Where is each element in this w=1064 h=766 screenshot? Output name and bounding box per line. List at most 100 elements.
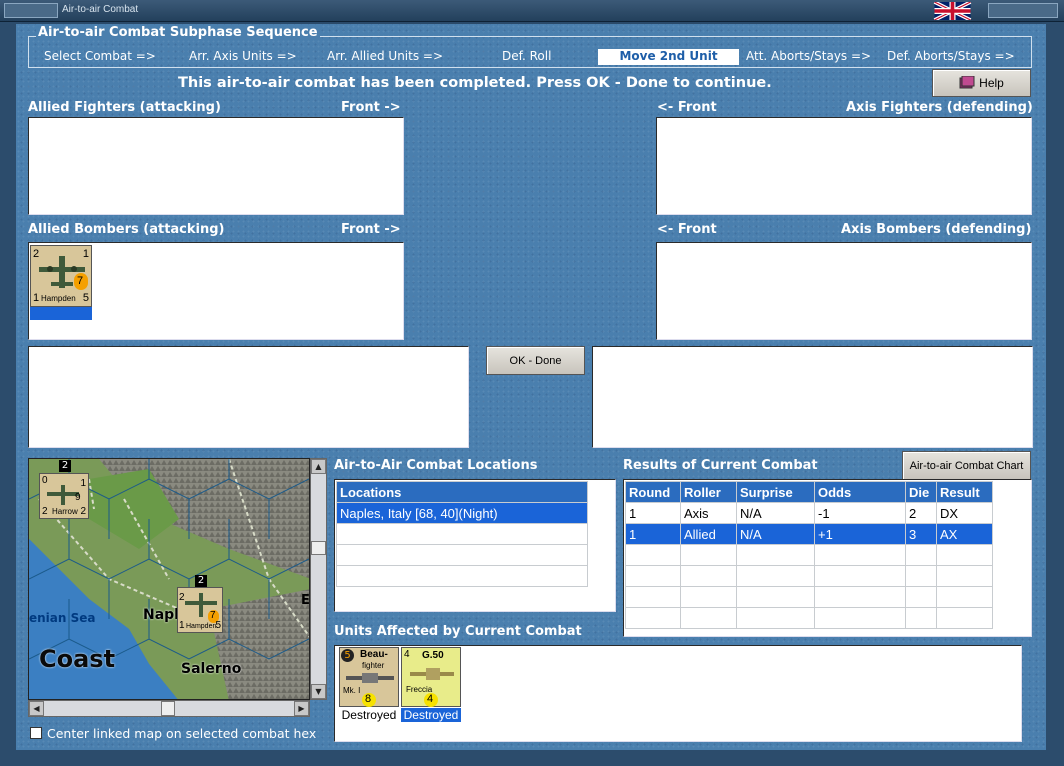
scroll-horizontal-thumb[interactable] — [161, 701, 175, 716]
col-die: Die — [905, 481, 937, 503]
window-title: Air-to-air Combat — [62, 4, 139, 15]
step-arrange-axis: Arr. Axis Units => — [189, 49, 297, 63]
g50-top-left-value: 4 — [404, 649, 410, 660]
title-bar: Air-to-air Combat — [0, 0, 1064, 22]
cell-odds: -1 — [814, 502, 906, 524]
hampden-stack-value: 2 — [197, 575, 205, 586]
beaufighter-unit-counter[interactable]: 5 Beau- fighter Mk. I 8 — [339, 647, 399, 707]
g50-fighter-icon — [410, 668, 454, 680]
harrow-map-counter[interactable]: 0 1 9 2 Harrow 2 — [39, 473, 89, 519]
hampden-bottom-left-value: 1 — [33, 292, 40, 304]
results-row[interactable]: 1 Axis N/A -1 2 DX — [625, 502, 993, 524]
map-label-sea: enian Sea — [29, 611, 96, 625]
g50-unit-counter[interactable]: 4 G.50 Freccia 4 — [401, 647, 461, 707]
cell-surprise: N/A — [736, 502, 815, 524]
axis-bombers-front-label: <- Front — [657, 222, 717, 237]
harrow-right-top-value: 1 — [80, 478, 86, 489]
allied-fighters-label: Allied Fighters (attacking) — [28, 100, 221, 115]
map-label-naples: Napl — [143, 607, 179, 623]
allied-bombers-label: Allied Bombers (attacking) — [28, 222, 225, 237]
axis-fighters-label: Axis Fighters (defending) — [846, 100, 1033, 115]
hampden-badge: 7 — [74, 273, 88, 290]
locations-table: Locations Naples, Italy [68, 40](Night) — [336, 481, 588, 587]
linked-map[interactable]: enian Sea Coast Napl Salerno E 0 1 9 2 H… — [28, 458, 310, 700]
col-round: Round — [625, 481, 681, 503]
cell-roller: Allied — [680, 523, 737, 545]
g50-badge: 4 — [424, 693, 438, 707]
results-row-empty — [625, 607, 993, 629]
hampden-bottom-right-value: 5 — [82, 292, 89, 304]
beaufighter-status: Destroyed — [339, 708, 399, 722]
cell-die: 2 — [905, 502, 937, 524]
axis-fighters-panel[interactable] — [656, 117, 1032, 215]
cell-round: 1 — [625, 523, 681, 545]
help-book-icon — [959, 76, 975, 89]
scroll-vertical-thumb[interactable] — [311, 541, 326, 555]
locations-title: Air-to-Air Combat Locations — [334, 458, 538, 473]
center-map-checkbox[interactable] — [30, 727, 42, 739]
hampden-stack-badge: 2 — [195, 575, 207, 587]
results-title: Results of Current Combat — [623, 458, 818, 473]
axis-fighters-front-label: <- Front — [657, 100, 717, 115]
beaufighter-mark: Mk. I — [343, 686, 361, 695]
fighter-plane-icon — [346, 673, 394, 683]
cell-odds: +1 — [814, 523, 906, 545]
beaufighter-name-line1: Beau- — [360, 649, 388, 660]
axis-info-panel[interactable] — [592, 346, 1033, 448]
results-row-empty — [625, 586, 993, 608]
ok-done-button[interactable]: OK - Done — [486, 346, 585, 375]
map-label-coast: Coast — [39, 645, 116, 673]
hampden-map-counter[interactable]: 2 7 1 Hampden 5 — [177, 587, 223, 633]
axis-bombers-label: Axis Bombers (defending) — [841, 222, 1032, 237]
scroll-left-icon[interactable]: ◀ — [29, 701, 44, 716]
scroll-right-icon[interactable]: ▶ — [294, 701, 309, 716]
location-row-empty — [336, 544, 588, 566]
union-jack-flag-icon — [933, 2, 972, 20]
step-att-aborts: Att. Aborts/Stays => — [746, 49, 872, 63]
hampden-selection-bar — [30, 307, 92, 320]
harrow-stack-value: 2 — [61, 460, 69, 471]
allied-info-panel[interactable] — [28, 346, 469, 448]
beaufighter-name-line2: fighter — [362, 661, 385, 670]
allied-fighters-panel[interactable] — [28, 117, 404, 215]
results-row-empty — [625, 565, 993, 587]
help-button[interactable]: Help — [932, 69, 1031, 97]
harrow-badge-value: 9 — [75, 492, 81, 503]
scroll-up-icon[interactable]: ▲ — [311, 459, 326, 474]
results-list[interactable]: Round Roller Surprise Odds Die Result 1 … — [623, 479, 1032, 637]
cell-result: DX — [936, 502, 993, 524]
axis-bombers-panel[interactable] — [656, 242, 1032, 340]
beaufighter-rating-value: 5 — [344, 650, 351, 661]
hampden-map-bottom-left-value: 1 — [179, 620, 185, 631]
results-row-selected[interactable]: 1 Allied N/A +1 3 AX — [625, 523, 993, 545]
scroll-down-icon[interactable]: ▼ — [311, 684, 326, 699]
step-arrange-allied: Arr. Allied Units => — [327, 49, 444, 63]
hampden-map-bottom-right-value: 5 — [215, 620, 221, 631]
ok-done-label: OK - Done — [509, 354, 562, 367]
cell-surprise: N/A — [736, 523, 815, 545]
center-map-label: Center linked map on selected combat hex — [47, 726, 317, 741]
map-vertical-scrollbar[interactable]: ▲ ▼ — [310, 458, 327, 700]
step-move-2nd-unit-active: Move 2nd Unit — [598, 49, 739, 65]
system-menu-button[interactable] — [4, 3, 58, 18]
beaufighter-rating-badge: 5 — [341, 649, 354, 662]
status-message: This air-to-air combat has been complete… — [178, 75, 772, 91]
map-horizontal-scrollbar[interactable]: ◀ ▶ — [28, 700, 310, 717]
harrow-bottom-right-value: 2 — [80, 506, 86, 517]
hampden-map-name: Hampden — [186, 623, 217, 630]
locations-list[interactable]: Locations Naples, Italy [68, 40](Night) — [334, 479, 616, 612]
air-combat-chart-button[interactable]: Air-to-air Combat Chart — [902, 451, 1031, 480]
g50-badge-value: 4 — [427, 693, 434, 705]
cell-round: 1 — [625, 502, 681, 524]
window-controls[interactable] — [988, 3, 1058, 18]
hampden-unit-counter[interactable]: 2 1 7 1 Hampden 5 — [30, 245, 92, 307]
results-row-empty — [625, 544, 993, 566]
location-row[interactable]: Naples, Italy [68, 40](Night) — [336, 502, 588, 524]
allied-bombers-front-label: Front -> — [341, 222, 401, 237]
location-cell: Naples, Italy [68, 40](Night) — [336, 502, 588, 524]
map-label-edge: E — [301, 593, 310, 608]
hampden-name: Hampden — [41, 294, 76, 303]
hampden-badge-value: 7 — [77, 275, 84, 287]
g50-status: Destroyed — [401, 708, 461, 722]
window-frame-bottom — [0, 750, 1064, 766]
